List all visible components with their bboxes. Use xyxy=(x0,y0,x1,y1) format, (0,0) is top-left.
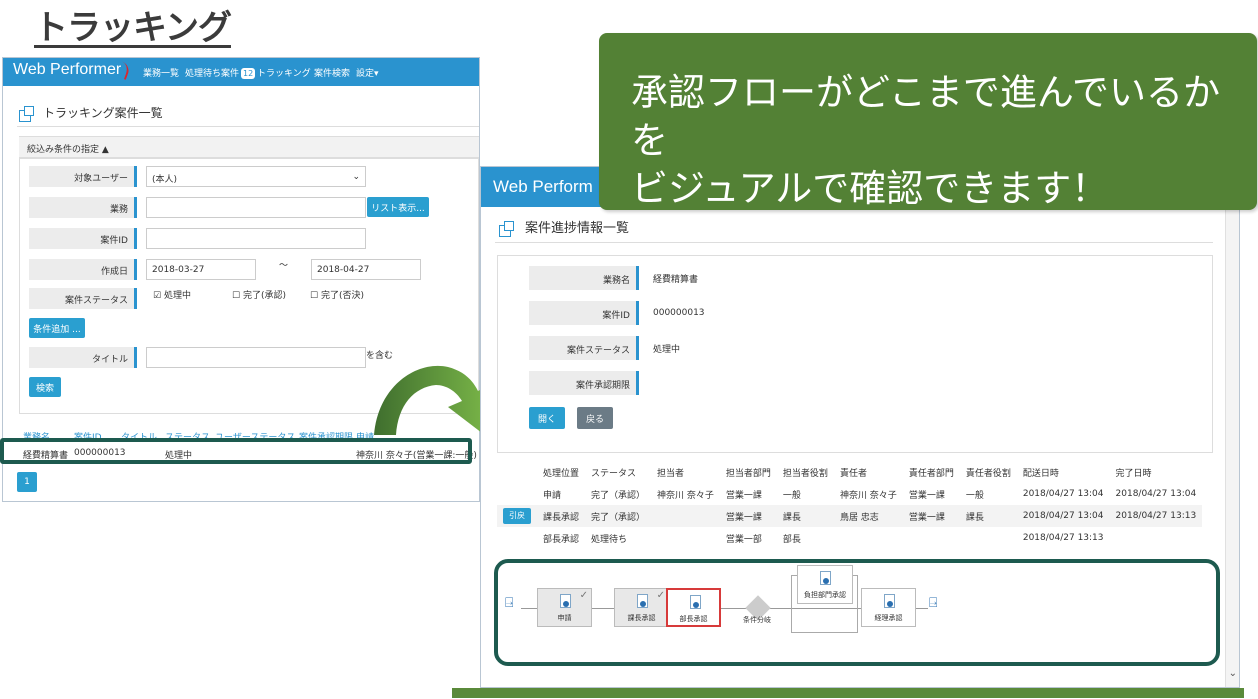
col-owner: 責任者 xyxy=(839,468,867,479)
pull-back-button[interactable]: 引戻 xyxy=(503,508,531,524)
back-button[interactable]: 戻る xyxy=(577,407,613,429)
nav-settings[interactable]: 設定▾ xyxy=(356,66,379,79)
status-approved-checkbox[interactable]: ☐ 完了(承認) xyxy=(232,288,286,301)
col-assignee-dept: 担当者部門 xyxy=(725,468,771,479)
info-business-value: 経費精算書 xyxy=(653,275,699,285)
pending-count-badge: 12 xyxy=(241,68,256,79)
window-icon xyxy=(499,221,514,237)
search-button[interactable]: 検索 xyxy=(29,377,61,397)
app-logo: Web Performer xyxy=(13,61,122,78)
page-title: トラッキング xyxy=(34,8,232,48)
table-row: 申請 完了（承認） 神奈川 奈々子 営業一課 一般 神奈川 奈々子 営業一課 一般 2018/0… xyxy=(543,489,1197,501)
col-status: ステータス xyxy=(591,468,637,479)
title-label: タイトル xyxy=(29,347,137,368)
list-display-button[interactable]: リスト表示... xyxy=(367,197,429,217)
nav-pending[interactable]: 処理待ち案件 12 xyxy=(185,66,256,79)
nav-business-list[interactable]: 業務一覧 xyxy=(143,66,179,79)
target-user-label: 対象ユーザー xyxy=(29,166,137,187)
nav-case-search[interactable]: 案件検索 xyxy=(314,66,350,79)
case-id-input[interactable] xyxy=(146,228,366,249)
callout-line-2: ビジュアルで確認できます！ xyxy=(631,167,1109,210)
chevron-down-icon: ⌄ xyxy=(352,172,360,182)
created-from-input[interactable]: 2018-03-27 xyxy=(146,259,256,280)
info-case-id-value: 000000013 xyxy=(653,308,705,318)
col-position: 処理位置 xyxy=(543,468,580,479)
table-row: 部長承認 処理待ち 営業一部 部長 2018/04/27 13:13 xyxy=(543,533,1104,545)
section-title: トラッキング案件一覧 xyxy=(43,106,163,120)
table-row: 引戻 課長承認 完了（承認） 営業一課 課長 鳥居 忠志 営業一課 課長 2018/04/27 … xyxy=(497,505,1203,527)
target-user-select[interactable]: (本人) ⌄ xyxy=(146,166,366,187)
info-deadline-label: 案件承認期限 xyxy=(529,371,639,395)
add-condition-button[interactable]: 条件追加 ... xyxy=(29,318,85,338)
created-to-input[interactable]: 2018-04-27 xyxy=(311,259,421,280)
status-rejected-checkbox[interactable]: ☐ 完了(否決) xyxy=(310,288,364,301)
progress-table: 処理位置 ステータス 担当者 担当者部門 担当者役割 責任者 責任者部門 責任者… xyxy=(497,461,1203,549)
nav-tracking[interactable]: トラッキング xyxy=(257,66,311,79)
open-button[interactable]: 開く xyxy=(529,407,565,429)
info-case-id-label: 案件ID xyxy=(529,301,639,325)
window-icon xyxy=(19,106,34,122)
col-done-at: 完了日時 xyxy=(1115,468,1152,479)
info-business-label: 業務名 xyxy=(529,266,639,290)
callout-box: 承認フローがどこまで進んでいるかを ビジュアルで確認できます！ xyxy=(599,33,1257,210)
navbar: Web Performer 業務一覧 処理待ち案件 12 トラッキング 案件検索 … xyxy=(3,58,479,86)
section-title: 案件進捗情報一覧 xyxy=(525,221,630,236)
filter-toggle[interactable]: 絞込み条件の指定 ▲ xyxy=(19,136,479,158)
page-1-button[interactable]: 1 xyxy=(17,472,37,492)
app-logo: Web Perform xyxy=(493,177,593,196)
info-status-label: 案件ステータス xyxy=(529,336,639,360)
col-sent-at: 配送日時 xyxy=(1022,468,1059,479)
callout-line-1: 承認フローがどこまで進んでいるかを xyxy=(631,71,1221,162)
business-label: 業務 xyxy=(29,197,137,218)
status-in-progress-checkbox[interactable]: ☑ 処理中 xyxy=(153,288,191,301)
info-status-value: 処理中 xyxy=(653,345,681,355)
col-assignee: 担当者 xyxy=(657,468,685,479)
col-owner-role: 責任者役割 xyxy=(965,468,1011,479)
title-input[interactable] xyxy=(146,347,366,368)
date-range-separator: ～ xyxy=(279,261,289,271)
chevron-down-icon: ⌄ xyxy=(1228,668,1237,679)
col-owner-dept: 責任者部門 xyxy=(908,468,954,479)
business-input[interactable] xyxy=(146,197,366,218)
col-assignee-role: 担当者役割 xyxy=(782,468,828,479)
created-date-label: 作成日 xyxy=(29,259,137,280)
scrollbar[interactable]: ⌄ xyxy=(1225,207,1239,687)
case-status-label: 案件ステータス xyxy=(29,288,137,309)
case-id-label: 案件ID xyxy=(29,228,137,249)
flow-highlight-frame xyxy=(494,559,1220,666)
